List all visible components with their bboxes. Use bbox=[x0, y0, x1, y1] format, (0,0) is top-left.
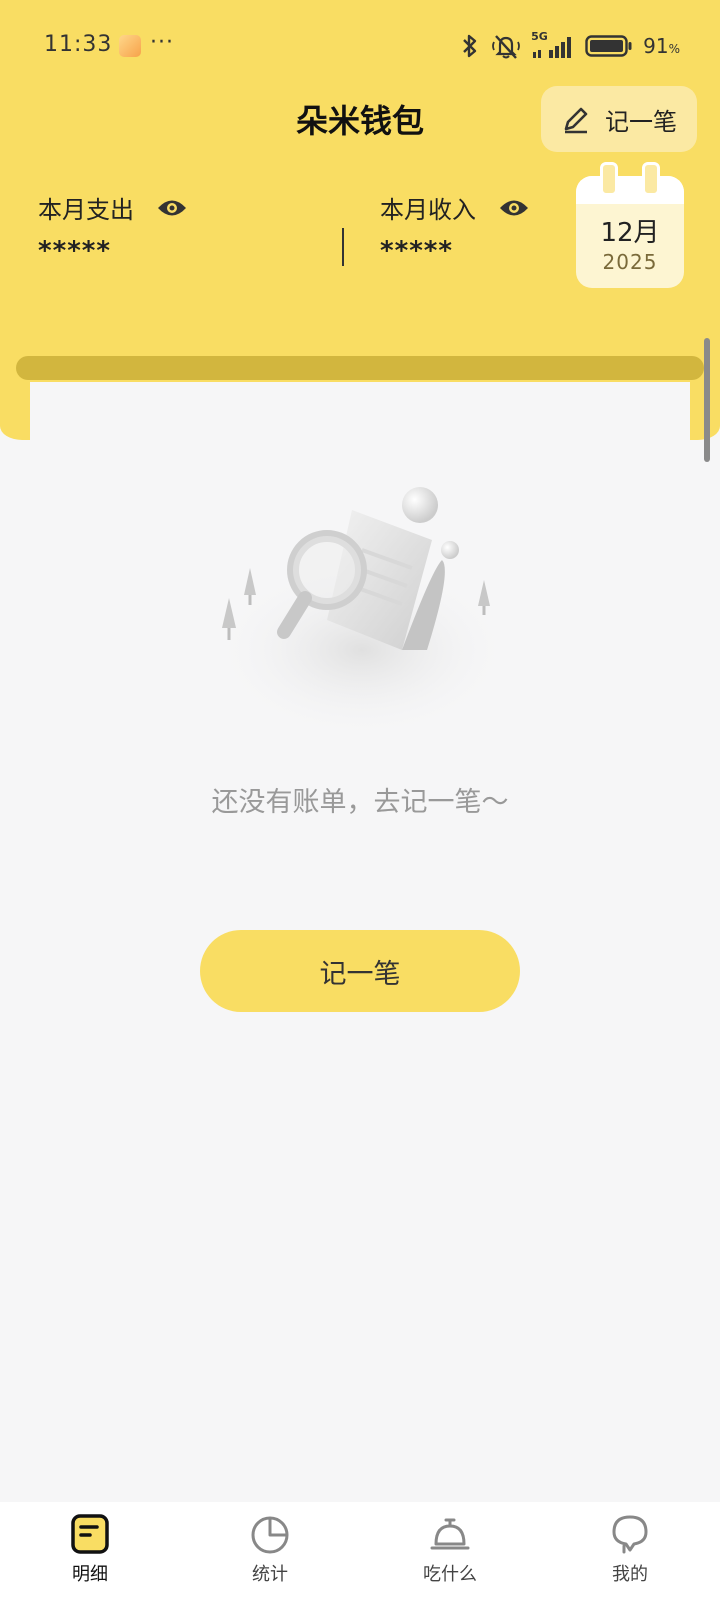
income-value: ***** bbox=[380, 236, 453, 266]
pie-chart-icon bbox=[251, 1516, 289, 1554]
empty-state-message: 还没有账单，去记一笔～ bbox=[211, 787, 509, 818]
expense-label: 本月支出 bbox=[38, 196, 134, 224]
eye-icon[interactable] bbox=[498, 197, 530, 219]
summary-divider bbox=[342, 228, 344, 266]
signal-indicator: 5G bbox=[531, 30, 575, 60]
nav-tab-stats[interactable]: 统计 bbox=[180, 1502, 360, 1600]
status-bar: 11:33 ··· 5G 91% bbox=[0, 0, 720, 90]
status-indicators: 5G 91% bbox=[459, 30, 680, 62]
nav-label: 统计 bbox=[252, 1564, 288, 1585]
calendar-year: 2025 bbox=[602, 250, 658, 274]
nav-label: 我的 bbox=[612, 1564, 648, 1585]
card-slot bbox=[16, 356, 704, 380]
battery-unit: % bbox=[668, 42, 680, 56]
record-entry-label: 记一笔 bbox=[605, 107, 677, 136]
nav-tab-details[interactable]: 明细 bbox=[0, 1502, 180, 1600]
battery-value: 91 bbox=[643, 34, 669, 58]
status-more-icon: ··· bbox=[150, 30, 174, 55]
expense-label-row: 本月支出 bbox=[38, 190, 188, 225]
empty-bill-illustration bbox=[212, 487, 512, 740]
mute-bell-icon bbox=[492, 35, 521, 59]
status-time: 11:33 bbox=[44, 32, 113, 57]
calendar-month: 12月 bbox=[600, 218, 660, 248]
income-label-row: 本月收入 bbox=[380, 190, 530, 225]
bottom-nav: 明细 统计 吃什么 我的 bbox=[0, 1502, 720, 1600]
calendar-ring-icon bbox=[600, 162, 618, 196]
bill-icon bbox=[71, 1514, 109, 1554]
nav-tab-profile[interactable]: 我的 bbox=[540, 1502, 720, 1600]
calendar-ring-icon bbox=[642, 162, 660, 196]
notification-app-icon bbox=[119, 35, 141, 57]
eye-icon[interactable] bbox=[156, 197, 188, 219]
service-bell-icon bbox=[430, 1518, 470, 1550]
record-bill-button[interactable]: 记一笔 bbox=[200, 930, 520, 1012]
battery-percentage: 91% bbox=[643, 34, 680, 58]
record-entry-button[interactable]: 记一笔 bbox=[541, 86, 697, 152]
nav-tab-food[interactable]: 吃什么 bbox=[360, 1502, 540, 1600]
expense-value: ***** bbox=[38, 236, 111, 266]
month-picker[interactable]: 12月 2025 bbox=[576, 162, 684, 288]
income-label: 本月收入 bbox=[380, 196, 476, 224]
battery-icon bbox=[585, 35, 632, 57]
nav-label: 吃什么 bbox=[423, 1564, 477, 1585]
nav-label: 明细 bbox=[72, 1564, 108, 1585]
signal-icon bbox=[533, 37, 572, 58]
bluetooth-icon bbox=[463, 34, 477, 58]
profile-icon bbox=[612, 1515, 648, 1554]
pencil-icon bbox=[564, 107, 588, 134]
scrollbar[interactable] bbox=[704, 338, 710, 462]
calendar-header bbox=[576, 176, 684, 204]
